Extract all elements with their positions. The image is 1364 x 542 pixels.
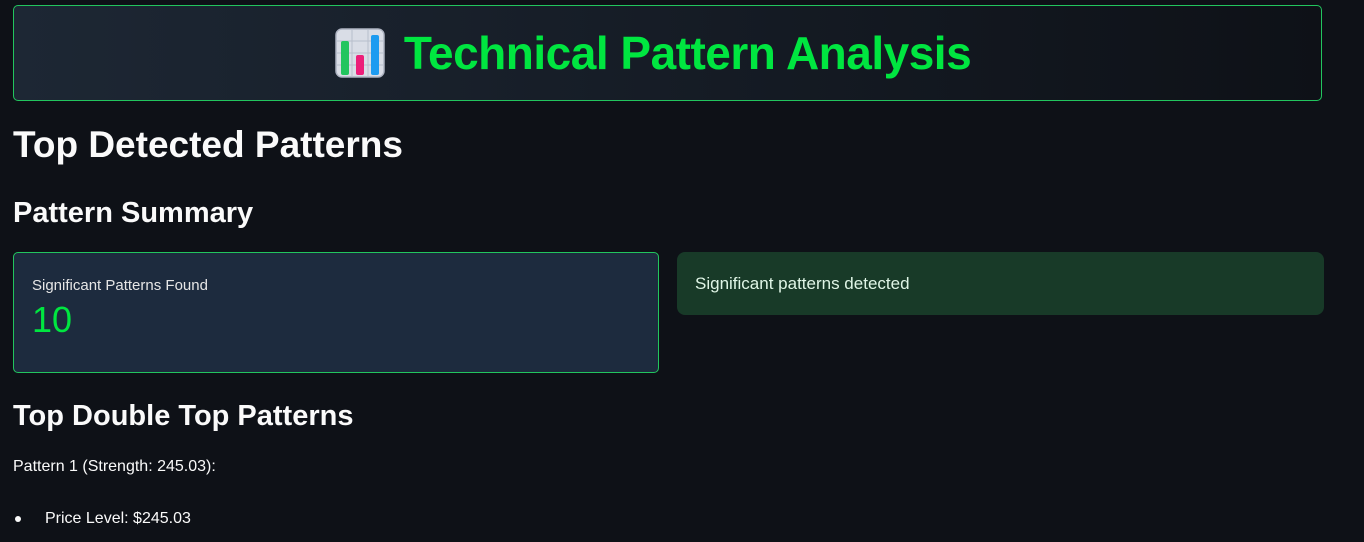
status-message: Significant patterns detected — [695, 273, 910, 293]
significant-patterns-metric-card: Significant Patterns Found 10 — [13, 252, 659, 373]
pattern-detail: Price Level: $245.03 — [45, 510, 191, 527]
app-title: Technical Pattern Analysis — [403, 27, 972, 79]
metric-value: 10 — [32, 299, 73, 340]
double-top-patterns-heading: Top Double Top Patterns — [13, 400, 354, 432]
bar-chart-icon — [335, 28, 385, 78]
app-header-content: Technical Pattern Analysis — [334, 26, 972, 80]
pattern-title: Pattern 1 (Strength: 245.03): — [13, 458, 216, 475]
app-header-banner: Technical Pattern Analysis — [13, 5, 1322, 101]
list-item: Price Level: $245.03 — [13, 510, 191, 528]
bullet-icon — [15, 516, 21, 522]
success-status-alert: Significant patterns detected — [677, 252, 1324, 315]
metric-label: Significant Patterns Found — [32, 277, 208, 294]
page-heading: Top Detected Patterns — [13, 124, 403, 165]
pattern-summary-heading: Pattern Summary — [13, 197, 254, 229]
